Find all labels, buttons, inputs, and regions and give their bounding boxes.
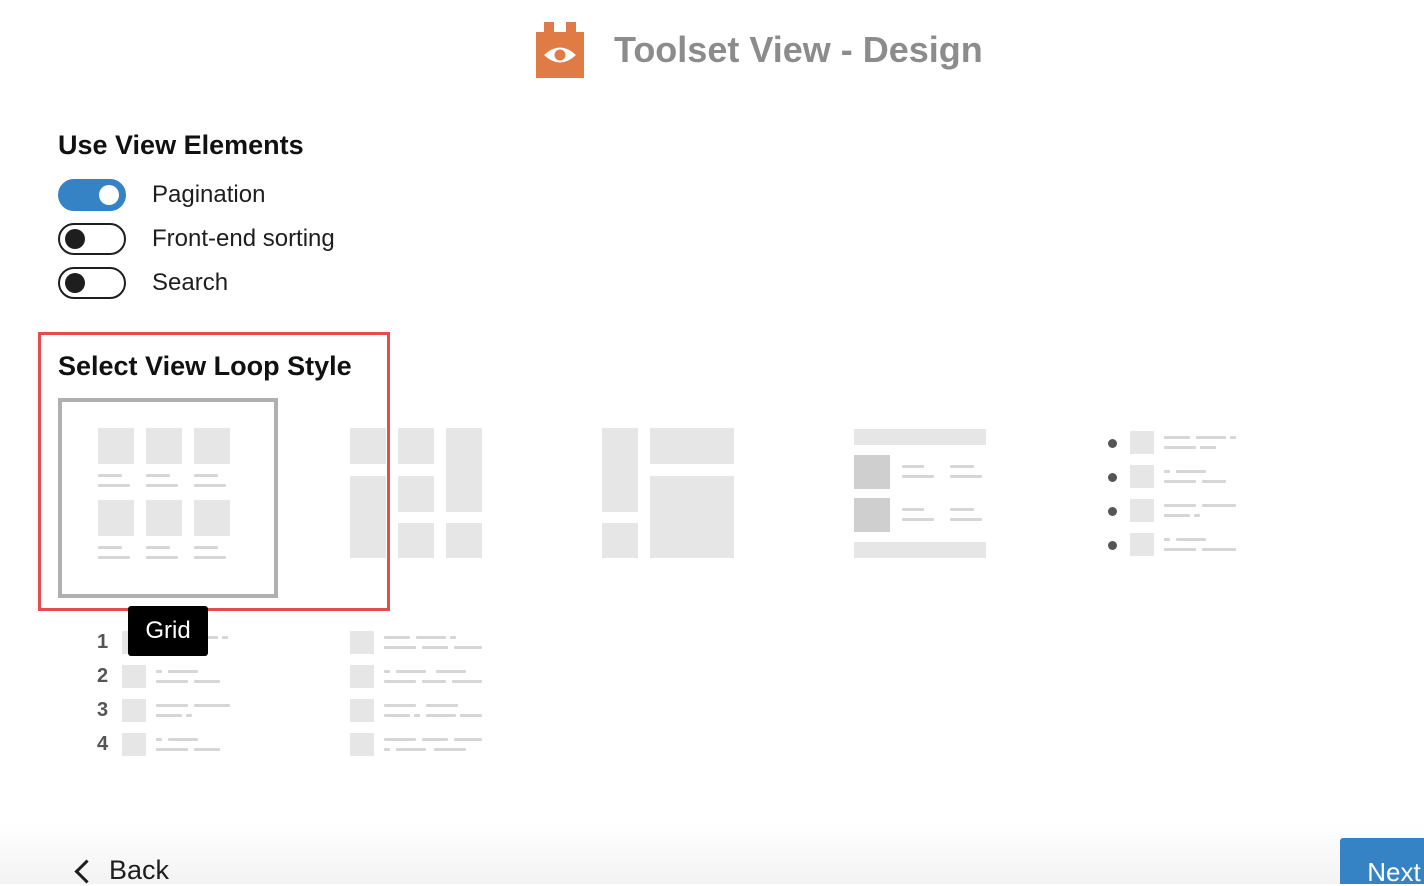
page-title: Toolset View - Design	[614, 29, 983, 70]
view-elements-heading: Use View Elements	[58, 130, 304, 160]
search-label: Search	[152, 269, 229, 296]
chevron-left-icon	[74, 859, 99, 884]
header: Toolset View - Design	[536, 20, 983, 80]
search-toggle-row: Search	[58, 265, 228, 301]
pagination-toggle[interactable]	[58, 179, 126, 211]
back-label: Back	[109, 855, 170, 885]
next-button[interactable]: Next	[1340, 838, 1424, 884]
loop-style-table-option[interactable]	[850, 424, 990, 564]
next-label: Next	[1367, 857, 1421, 884]
loop-style-mixed-option[interactable]	[598, 424, 738, 564]
pagination-label: Pagination	[152, 181, 266, 208]
pagination-toggle-row: Pagination	[58, 177, 265, 213]
loop-style-masonry-option[interactable]	[346, 424, 486, 564]
toolset-eye-logo-icon	[536, 22, 584, 78]
loop-style-unordered-list-option[interactable]	[1102, 424, 1242, 564]
search-toggle[interactable]	[58, 267, 126, 299]
front-end-sorting-toggle[interactable]	[58, 223, 126, 255]
front-end-sorting-label: Front-end sorting	[152, 225, 335, 252]
grid-tooltip: Grid	[128, 606, 208, 656]
loop-style-grid-option[interactable]	[58, 398, 278, 598]
back-button[interactable]: Back	[74, 855, 170, 886]
loop-style-heading: Select View Loop Style	[58, 351, 352, 381]
sorting-toggle-row: Front-end sorting	[58, 221, 335, 257]
footer-bar	[0, 822, 1424, 884]
loop-style-list-option[interactable]	[346, 626, 486, 766]
